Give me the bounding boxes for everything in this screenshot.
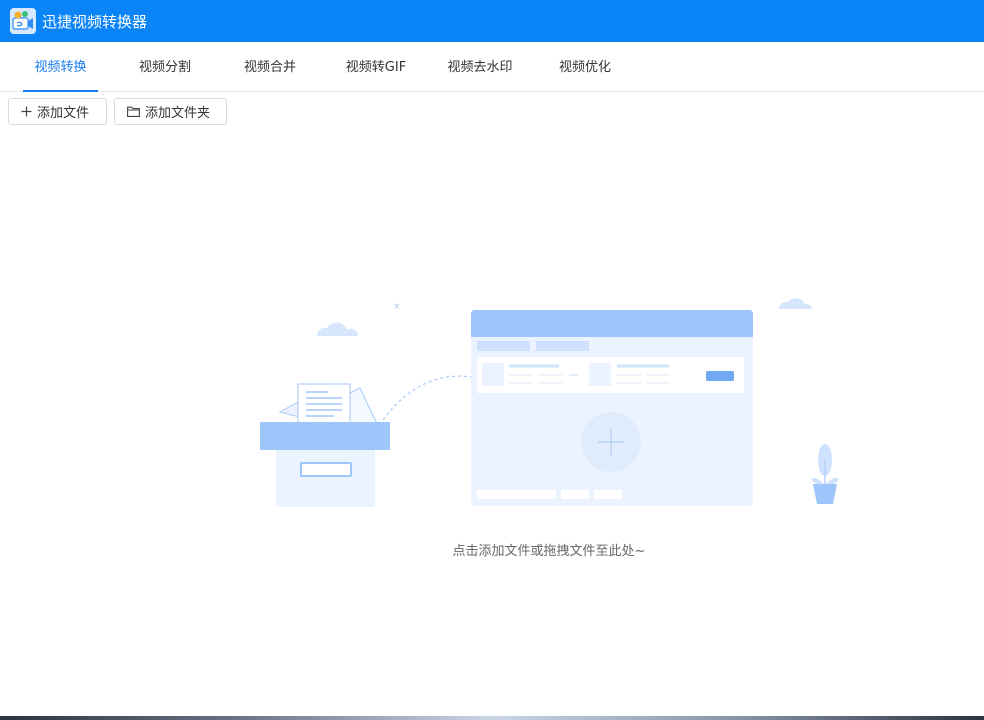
plant-icon xyxy=(811,444,839,504)
empty-state-illustration: × xyxy=(260,298,839,507)
add-folder-button[interactable]: 添加文件夹 xyxy=(114,98,227,125)
app-logo-icon xyxy=(10,8,36,34)
tab-bar: 视频转换 视频分割 视频合并 视频转GIF 视频去水印 视频优化 xyxy=(0,42,984,92)
cloud-icon xyxy=(778,298,812,309)
folder-icon xyxy=(127,106,140,117)
tab-video-optimize[interactable]: 视频优化 xyxy=(552,42,618,91)
tab-video-to-gif[interactable]: 视频转GIF xyxy=(336,42,416,91)
title-bar: 迅捷视频转换器 xyxy=(0,0,984,42)
drop-hint-text: 点击添加文件或拖拽文件至此处~ xyxy=(452,544,646,559)
add-file-label: 添加文件 xyxy=(37,106,90,121)
bottom-edge xyxy=(0,716,984,720)
app-title: 迅捷视频转换器 xyxy=(42,12,148,31)
tab-video-merge[interactable]: 视频合并 xyxy=(237,42,303,91)
cloud-icon xyxy=(316,322,359,336)
file-drop-area[interactable]: × 点击添加文件或拖拽文件至此处~ xyxy=(0,130,984,715)
svg-text:×: × xyxy=(393,302,401,312)
window-icon xyxy=(471,310,753,506)
tab-video-convert[interactable]: 视频转换 xyxy=(23,42,98,92)
file-box-icon xyxy=(260,383,390,507)
add-folder-label: 添加文件夹 xyxy=(145,106,211,121)
plus-icon xyxy=(21,106,32,117)
tab-video-split[interactable]: 视频分割 xyxy=(132,42,198,91)
tab-video-remove-watermark[interactable]: 视频去水印 xyxy=(440,42,520,91)
add-file-button[interactable]: 添加文件 xyxy=(8,98,107,125)
